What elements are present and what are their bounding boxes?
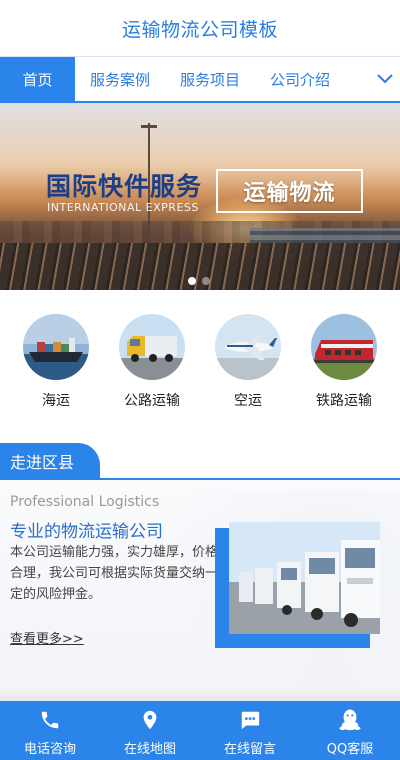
train-image [311, 314, 377, 380]
banner-subtitle: INTERNATIONAL EXPRESS [47, 201, 199, 214]
about-description: 本公司运输能力强，实力雄厚，价格合理，我公司可根据实际货量交纳一定的风险押金。 [10, 545, 219, 602]
banner-boxed-label: 运输物流 [216, 169, 363, 213]
main-nav: 首页 服务案例 服务项目 公司介绍 [0, 57, 400, 103]
service-grid: 海运 公路运输 空运 铁路运输 [0, 300, 400, 420]
carousel-dot[interactable] [202, 277, 210, 285]
service-label: 公路运输 [124, 393, 180, 409]
page-title: 运输物流公司模板 [121, 18, 278, 41]
tab-label: 在线地图 [123, 742, 176, 757]
banner-title: 国际快件服务 [46, 172, 203, 201]
phone-icon [38, 708, 62, 732]
section-title: 走进区县 [10, 453, 75, 472]
container-ship-image [23, 314, 89, 380]
tab-label: 在线留言 [223, 742, 276, 757]
hero-banner[interactable]: 国际快件服务 INTERNATIONAL EXPRESS 运输物流 [0, 103, 400, 290]
service-item-air[interactable]: 空运 [208, 314, 288, 410]
about-title: 专业的物流运输公司 [10, 522, 163, 542]
map-pin-icon [138, 708, 162, 732]
about-section: Professional Logistics 专业的物流运输公司 本公司运输能力… [0, 480, 400, 700]
bottom-toolbar: 电话咨询 在线地图 在线留言 QQ客服 [0, 701, 400, 760]
qq-service-button[interactable]: QQ客服 [300, 701, 400, 760]
service-label: 海运 [42, 393, 70, 409]
nav-item-about[interactable]: 公司介绍 [255, 57, 345, 101]
carousel-dot-active[interactable] [188, 277, 196, 285]
airplane-image [215, 314, 281, 380]
message-icon [238, 708, 262, 732]
section-tab: 走进区县 [0, 443, 100, 479]
about-subtitle: Professional Logistics [10, 494, 160, 510]
tab-label: 电话咨询 [23, 742, 76, 757]
service-label: 空运 [234, 393, 262, 409]
nav-item-cases[interactable]: 服务案例 [75, 57, 165, 101]
phone-consult-button[interactable]: 电话咨询 [0, 701, 100, 760]
service-item-road[interactable]: 公路运输 [112, 314, 192, 410]
banner-boxed-text: 运输物流 [243, 181, 336, 206]
online-message-button[interactable]: 在线留言 [200, 701, 300, 760]
nav-item-home[interactable]: 首页 [0, 57, 75, 101]
service-item-sea[interactable]: 海运 [16, 314, 96, 410]
truck-fleet-image [229, 522, 380, 634]
service-label: 铁路运输 [316, 393, 372, 409]
tab-label: QQ客服 [326, 742, 374, 757]
truck-image [119, 314, 185, 380]
rail-tracks [0, 243, 400, 290]
chevron-down-icon[interactable] [370, 57, 400, 101]
read-more-link[interactable]: 查看更多>> [10, 628, 84, 647]
online-map-button[interactable]: 在线地图 [100, 701, 200, 760]
qq-icon [338, 708, 362, 732]
service-item-rail[interactable]: 铁路运输 [304, 314, 384, 410]
app-header: 运输物流公司模板 [0, 0, 400, 57]
nav-item-services[interactable]: 服务项目 [165, 57, 255, 101]
